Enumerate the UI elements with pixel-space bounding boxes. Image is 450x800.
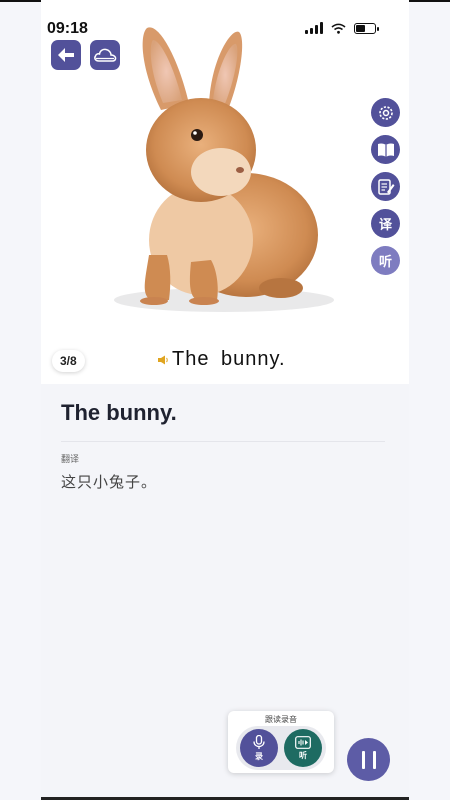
recording-title: 跟读录音 [265,715,297,724]
record-label: 录 [255,751,263,761]
status-time: 09:18 [47,20,88,37]
settings-button[interactable] [371,98,400,127]
translate-button[interactable]: 译 [371,209,400,238]
divider [61,441,385,442]
caption-text: The bunny. [172,348,286,370]
record-button[interactable]: 录 [240,729,278,767]
recording-panel: 跟读录音 录 听 [228,711,334,773]
playback-button[interactable]: 听 [284,729,322,767]
arrow-left-icon [58,48,74,62]
edit-note-icon [377,178,394,195]
translate-label: 译 [378,217,392,232]
gear-icon [378,105,393,120]
pause-button[interactable] [347,738,390,781]
sentence-text: The bunny. [61,400,177,425]
translation-label: 翻译 [61,454,80,464]
listen-label: 听 [378,254,392,269]
status-icons [305,22,379,34]
open-book-icon [377,142,394,157]
back-button[interactable] [51,40,81,70]
recording-controls: 录 听 [236,726,326,770]
signal-icon [305,22,323,34]
battery-icon [354,22,379,34]
book-button[interactable] [371,135,400,164]
playback-label: 听 [299,750,307,760]
waveform-play-icon [295,735,311,749]
notes-button[interactable] [371,172,400,201]
pause-icon-bar [372,750,376,769]
cloud-button[interactable] [90,40,120,70]
pause-icon-bar [361,750,365,769]
app-screen: 译 听 3/8 The bunny. The bunny. 翻译 这只小兔子。 … [41,0,409,800]
battery-level [356,24,365,32]
story-image-area: 译 听 3/8 The bunny. [41,0,409,384]
speaker-icon [158,355,168,364]
cloud-icon [94,48,117,62]
microphone-icon [253,734,265,749]
page-counter: 3/8 [52,350,85,372]
wifi-icon [331,23,346,34]
listen-button[interactable]: 听 [371,246,400,275]
translation-text: 这只小兔子。 [61,474,158,491]
side-toolbar: 译 听 [371,98,400,275]
caption[interactable]: The bunny. [157,348,286,371]
